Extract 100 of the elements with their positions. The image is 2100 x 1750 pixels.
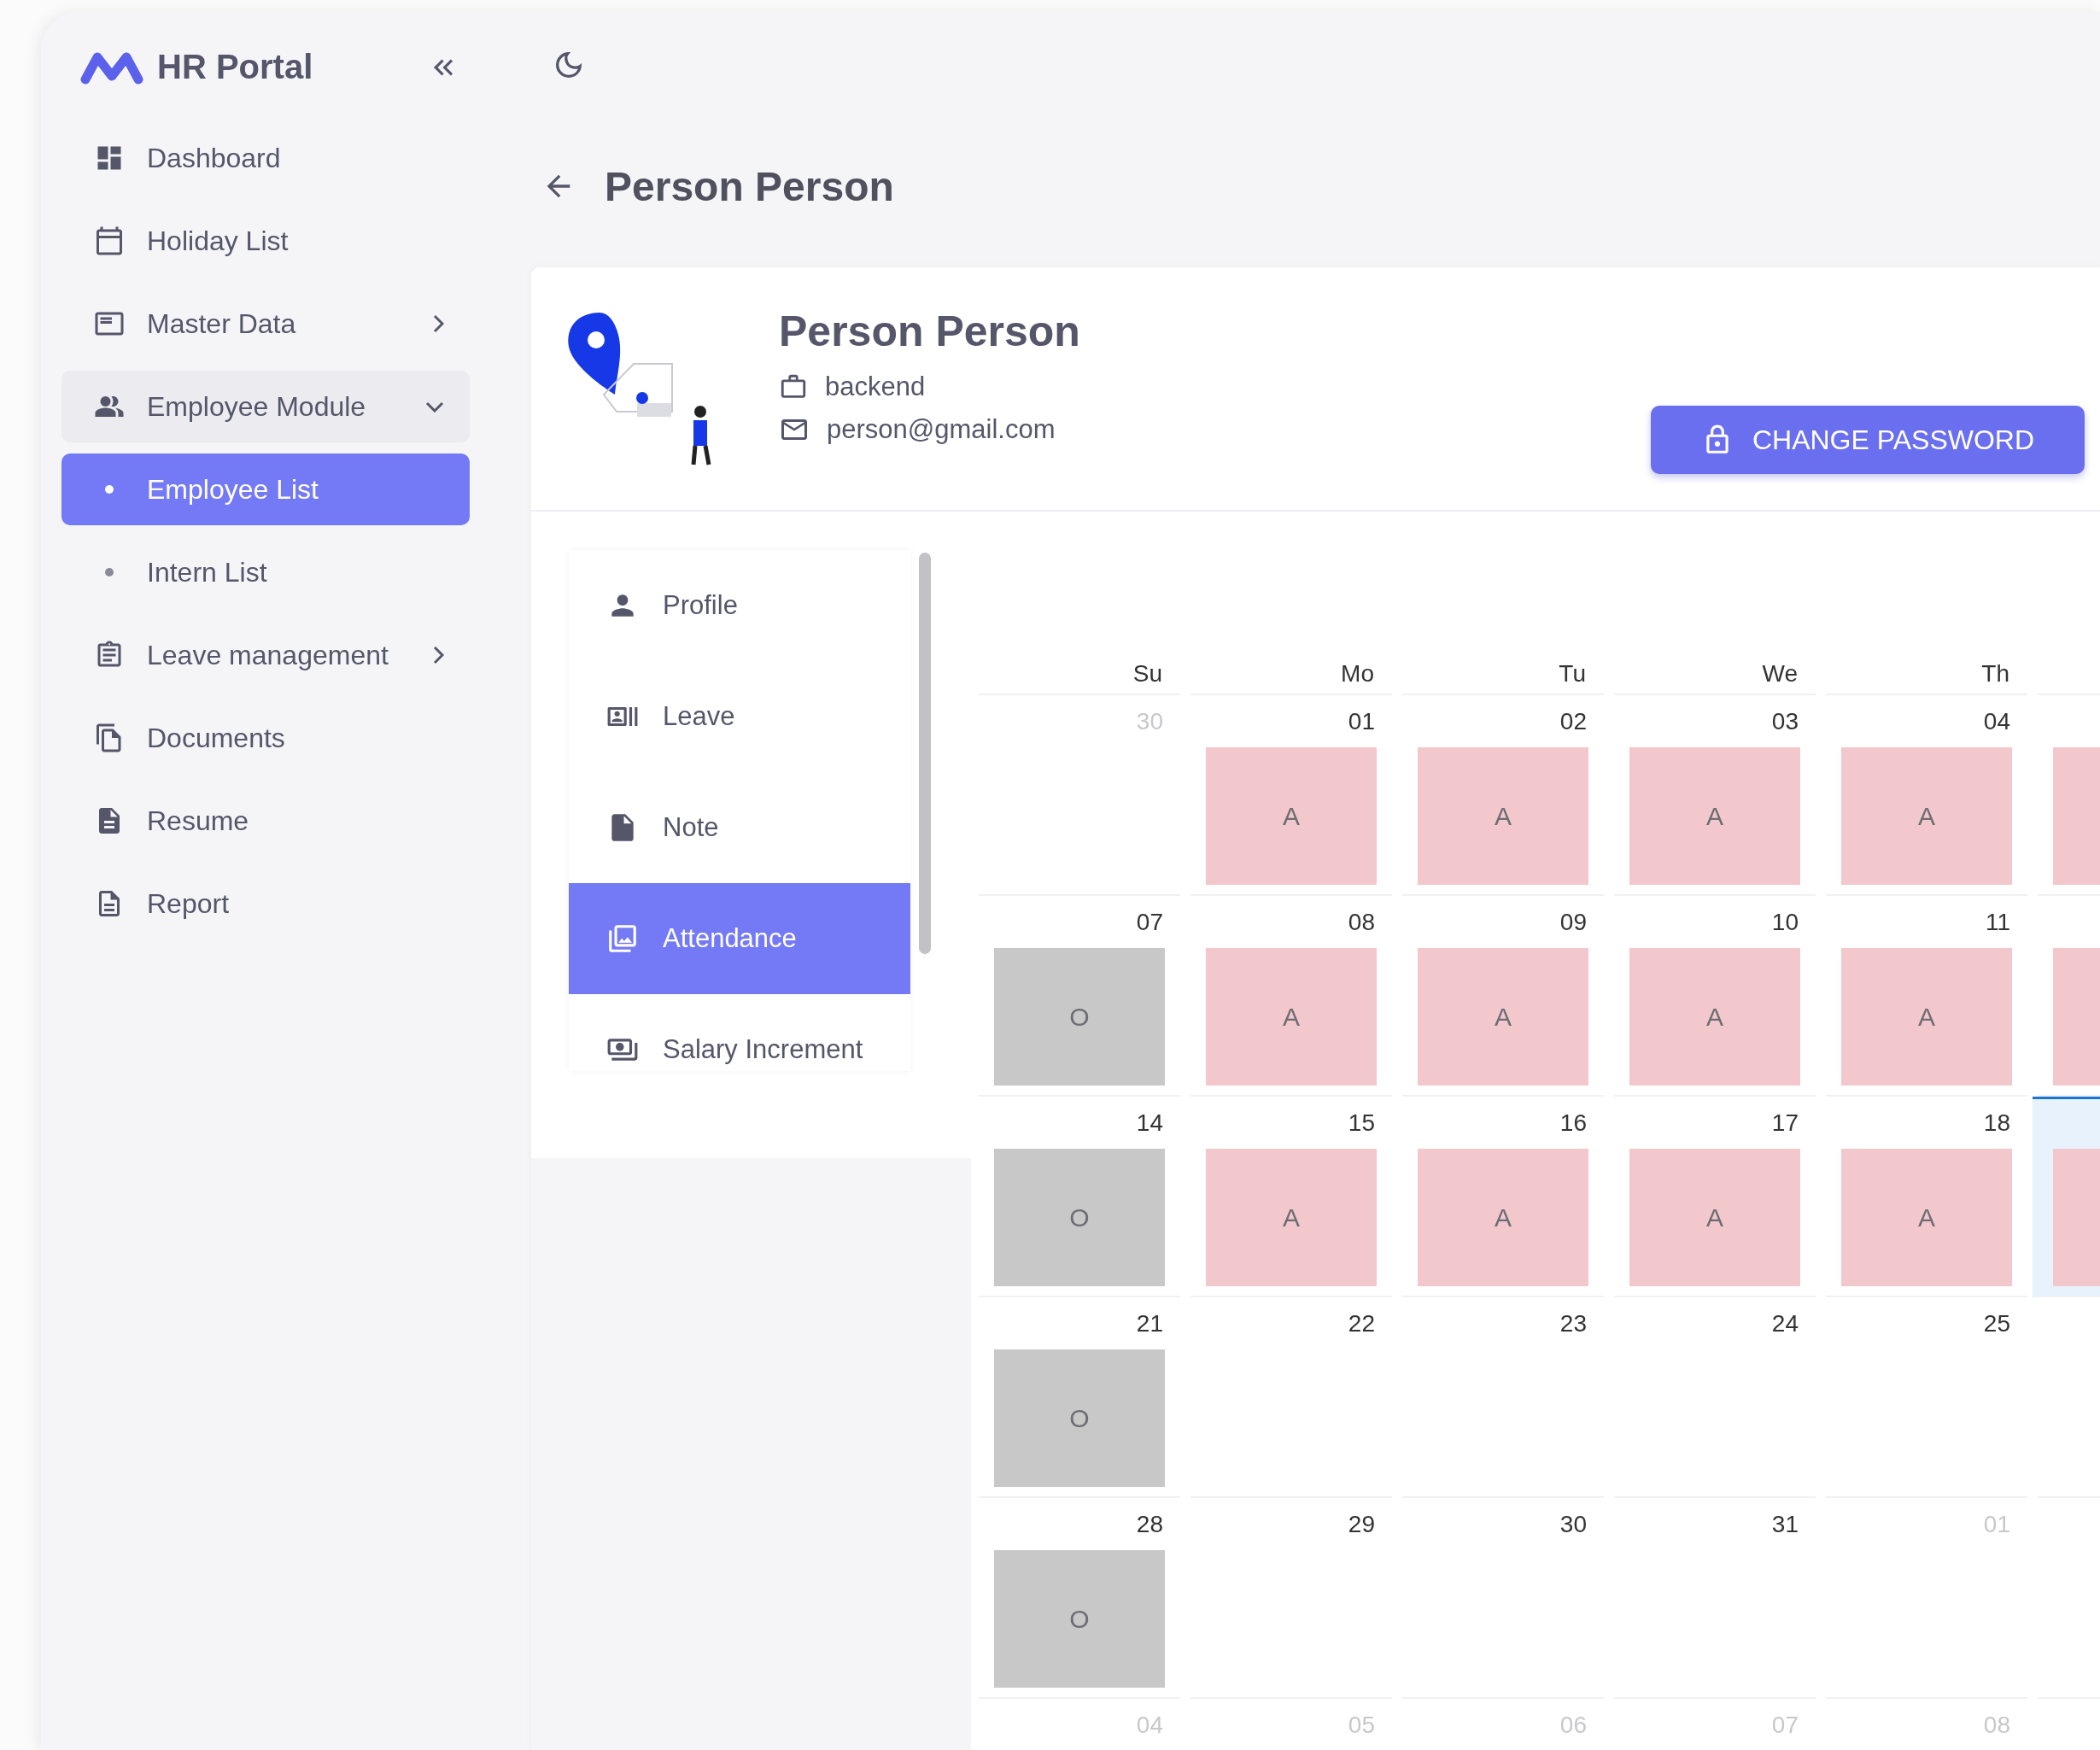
menu-label: Intern List bbox=[147, 556, 268, 588]
change-password-button[interactable]: CHANGE PASSWORD bbox=[1651, 406, 2085, 474]
attendance-mark: A bbox=[1283, 801, 1300, 831]
attendance-mark: A bbox=[1918, 1203, 1935, 1232]
profile-tab[interactable]: Profile bbox=[569, 550, 910, 661]
date-number: 10 bbox=[1771, 909, 1799, 936]
day-cell[interactable]: 08 A bbox=[1185, 896, 1397, 1097]
day-cell[interactable]: 01 A bbox=[1185, 695, 1397, 896]
bullet-icon bbox=[105, 568, 114, 577]
day-cell[interactable]: 28 O bbox=[974, 1498, 1185, 1699]
date-number: 25 bbox=[1983, 1310, 2010, 1337]
menu-item[interactable]: Holiday List bbox=[61, 205, 470, 277]
email-text: person@gmail.com bbox=[827, 414, 1056, 445]
attendance-mark: O bbox=[1069, 1203, 1090, 1232]
scrollbar-thumb[interactable] bbox=[919, 553, 931, 954]
menu-group[interactable]: Employee Module bbox=[61, 371, 470, 442]
attendance-mark: A bbox=[1918, 801, 1935, 831]
employee-name: Person Person bbox=[779, 307, 1081, 356]
attendance-mark: O bbox=[1069, 1604, 1090, 1634]
weekday-label: Su bbox=[1132, 660, 1162, 688]
date-number: 04 bbox=[1983, 708, 2010, 735]
day-cell[interactable]: 02 A bbox=[1397, 695, 1609, 896]
menu-item[interactable]: Documents bbox=[61, 702, 470, 774]
menu-label: Report bbox=[147, 887, 231, 920]
menu-item[interactable]: Report bbox=[61, 868, 470, 939]
menu-label: Employee List bbox=[147, 473, 319, 506]
attendance-mark: A bbox=[1283, 1002, 1300, 1032]
weekday-label: Mo bbox=[1341, 660, 1374, 688]
menu-label: Employee Module bbox=[147, 390, 367, 423]
day-cell[interactable]: 29 bbox=[1185, 1498, 1397, 1699]
date-number: 24 bbox=[1771, 1310, 1799, 1337]
day-cell[interactable]: 21 O bbox=[974, 1297, 1185, 1498]
menu-group[interactable]: Master Data bbox=[61, 288, 470, 360]
date-number: 02 bbox=[1559, 708, 1587, 735]
day-cell[interactable]: 16 A bbox=[1397, 1097, 1609, 1297]
day-cell[interactable]: 23 bbox=[1397, 1297, 1609, 1498]
menu-label: Dashboard bbox=[147, 142, 282, 174]
date-number: 30 bbox=[1559, 1511, 1587, 1538]
profile-tab[interactable]: Note bbox=[569, 772, 910, 883]
menu-item[interactable]: Resume bbox=[61, 785, 470, 857]
date-number: 21 bbox=[1136, 1310, 1163, 1337]
day-cell[interactable]: 09 A bbox=[1397, 896, 1609, 1097]
day-cell[interactable]: 15 A bbox=[1185, 1097, 1397, 1297]
date-number: 01 bbox=[1348, 708, 1375, 735]
page-title: Person Person bbox=[605, 162, 894, 210]
chevron-right-icon bbox=[433, 646, 444, 664]
day-cell[interactable]: 30 bbox=[1397, 1498, 1609, 1699]
submenu-item[interactable]: Employee List bbox=[61, 454, 470, 525]
attendance-mark: A bbox=[1706, 1002, 1723, 1032]
brand-name: HR Portal bbox=[157, 48, 314, 86]
day-cell[interactable]: 31 bbox=[1609, 1498, 1821, 1699]
date-number: 09 bbox=[1559, 909, 1587, 936]
date-number: 17 bbox=[1771, 1109, 1799, 1137]
date-number: 29 bbox=[1348, 1511, 1375, 1538]
profile-tab[interactable]: Attendance bbox=[569, 883, 910, 994]
attendance-mark: O bbox=[1069, 1002, 1090, 1032]
date-number: 14 bbox=[1136, 1109, 1163, 1137]
date-number: 18 bbox=[1983, 1109, 2010, 1137]
chevron-down-icon bbox=[425, 401, 444, 413]
attendance-mark: O bbox=[1069, 1403, 1090, 1433]
menu-label: Master Data bbox=[147, 307, 297, 340]
day-cell[interactable]: 17 A bbox=[1609, 1097, 1821, 1297]
date-number: 08 bbox=[1348, 909, 1375, 936]
attendance-mark: A bbox=[1495, 1203, 1512, 1232]
day-cell[interactable]: 25 bbox=[1821, 1297, 2033, 1498]
date-number: 11 bbox=[1985, 909, 2010, 936]
weekday-label: Th bbox=[1981, 660, 2009, 688]
date-number: 07 bbox=[1136, 909, 1163, 936]
team-text: backend bbox=[825, 372, 926, 402]
day-cell[interactable]: 22 bbox=[1185, 1297, 1397, 1498]
day-cell[interactable]: 18 A bbox=[1821, 1097, 2033, 1297]
profile-tab[interactable]: Salary Increment bbox=[569, 994, 910, 1071]
menu-label: Resume bbox=[147, 805, 250, 837]
day-cell[interactable]: 24 bbox=[1609, 1297, 1821, 1498]
menu-label: Leave management bbox=[147, 639, 389, 671]
attendance-mark: A bbox=[1495, 1002, 1512, 1032]
day-cell[interactable]: 14 O bbox=[974, 1097, 1185, 1297]
day-cell[interactable]: 04 A bbox=[1821, 695, 2033, 896]
date-number: 23 bbox=[1559, 1310, 1587, 1337]
day-cell[interactable]: 10 A bbox=[1609, 896, 1821, 1097]
day-cell[interactable]: 07 O bbox=[974, 896, 1185, 1097]
menu-label: Holiday List bbox=[147, 225, 290, 257]
bullet-icon bbox=[105, 485, 114, 494]
date-number: 22 bbox=[1348, 1310, 1375, 1337]
attendance-mark: A bbox=[1918, 1002, 1935, 1032]
menu-group[interactable]: Leave management bbox=[61, 619, 470, 691]
menu-item[interactable]: Dashboard bbox=[61, 122, 470, 194]
submenu-item[interactable]: Intern List bbox=[61, 536, 470, 608]
day-cell[interactable]: 11 A bbox=[1821, 896, 2033, 1097]
day-cell[interactable]: 03 A bbox=[1609, 695, 1821, 896]
date-number: 31 bbox=[1771, 1511, 1799, 1538]
date-number: 03 bbox=[1771, 708, 1799, 735]
weekday-label: Tu bbox=[1559, 660, 1586, 688]
weekday-label: We bbox=[1762, 660, 1798, 688]
attendance-mark: A bbox=[1706, 801, 1723, 831]
profile-tab[interactable]: Leave bbox=[569, 661, 910, 772]
attendance-mark: A bbox=[1283, 1203, 1300, 1232]
date-number: 15 bbox=[1348, 1109, 1375, 1137]
menu-label: Documents bbox=[147, 722, 286, 754]
calendar-icon bbox=[94, 225, 125, 256]
